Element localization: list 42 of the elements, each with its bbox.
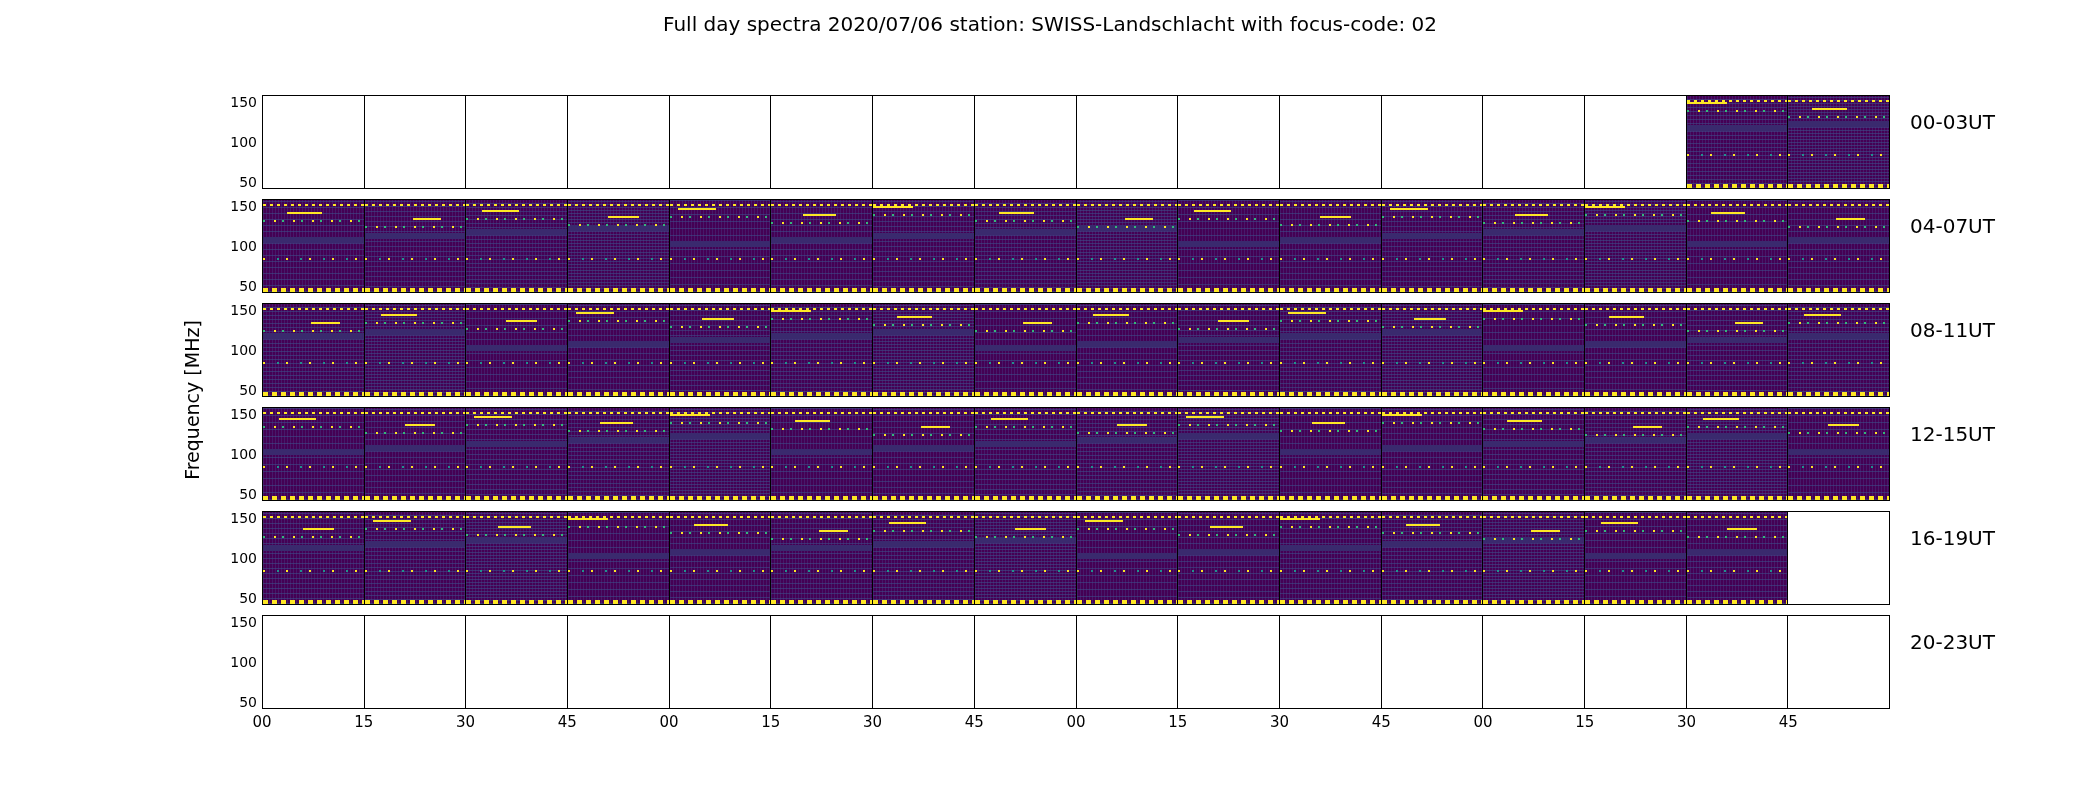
tick-label: 45: [557, 712, 577, 733]
tick-label: 00: [1066, 712, 1086, 733]
tick-label: 15: [354, 712, 374, 733]
tick-label: 50: [239, 383, 257, 397]
tick-label: 100: [230, 135, 257, 149]
tick-label: 00: [1473, 712, 1493, 733]
tick-label: 50: [239, 695, 257, 709]
tick-label: 30: [1676, 712, 1697, 733]
tick-label: 30: [862, 712, 883, 733]
tick-label: 150: [230, 511, 257, 525]
tick-label: 100: [230, 447, 257, 461]
row-label: 08-11UT: [1909, 317, 1995, 344]
tick-label: 30: [1269, 712, 1290, 733]
tick-label: 45: [1371, 712, 1391, 733]
tick-label: 15: [761, 712, 781, 733]
tick-label: 30: [455, 712, 476, 733]
figure-title: Full day spectra 2020/07/06 station: SWISS-Landschlacht with focus-code: 02: [662, 11, 1438, 38]
row-label: 16-19UT: [1909, 525, 1995, 552]
tick-label: 100: [230, 239, 257, 253]
row-label: 04-07UT: [1909, 213, 1995, 240]
tick-label: 45: [1778, 712, 1798, 733]
row-label: 00-03UT: [1909, 109, 1995, 136]
tick-label: 50: [239, 175, 257, 189]
axis-label: Frequency [MHz]: [179, 320, 204, 480]
tick-label: 150: [230, 303, 257, 317]
tick-label: 100: [230, 343, 257, 357]
row-label: 20-23UT: [1909, 629, 1995, 656]
tick-label: 150: [230, 407, 257, 421]
tick-label: 50: [239, 591, 257, 605]
tick-label: 15: [1168, 712, 1188, 733]
tick-label: 150: [230, 95, 257, 109]
tick-label: 100: [230, 655, 257, 669]
tick-label: 50: [239, 487, 257, 501]
tick-label: 00: [659, 712, 679, 733]
tick-label: 100: [230, 551, 257, 565]
tick-label: 15: [1575, 712, 1595, 733]
tick-label: 00: [252, 712, 272, 733]
tick-label: 50: [239, 279, 257, 293]
tick-label: 150: [230, 615, 257, 629]
row-label: 12-15UT: [1909, 421, 1995, 448]
tick-label: 45: [964, 712, 984, 733]
tick-label: 150: [230, 199, 257, 213]
